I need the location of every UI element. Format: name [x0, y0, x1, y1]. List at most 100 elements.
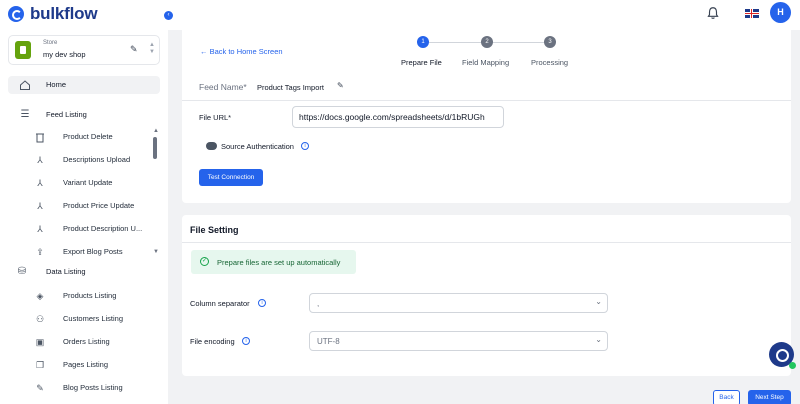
feed-details-card: ← Back to Home Screen 1 2 3 Prepare File…: [182, 30, 791, 203]
sidebar-item-product-delete[interactable]: Product Delete: [0, 128, 160, 146]
step-1-indicator: 1: [417, 36, 429, 48]
file-setting-card: File Setting ✓ Prepare files are set up …: [182, 215, 791, 376]
sidebar-item-customers-listing[interactable]: ⚇ Customers Listing: [0, 310, 160, 328]
person-icon: ⅄: [37, 201, 43, 211]
store-name: my dev shop: [43, 50, 86, 59]
check-circle-icon: ✓: [200, 257, 209, 266]
bulkflow-logo-icon: [8, 6, 24, 22]
test-connection-button[interactable]: Test Connection: [199, 169, 263, 186]
person-icon: ⅄: [37, 155, 43, 165]
file-url-input[interactable]: https://docs.google.com/spreadsheets/d/1…: [292, 106, 504, 128]
sidebar-item-feed-listing[interactable]: ☰ Feed Listing: [0, 106, 160, 124]
scrollbar-thumb[interactable]: [153, 137, 157, 159]
file-encoding-select[interactable]: UTF-8 ⌄: [309, 331, 608, 351]
sidebar-item-label: Pages Listing: [63, 360, 109, 369]
sidebar-item-label: Product Delete: [63, 132, 113, 141]
sidebar-item-variant-update[interactable]: ⅄ Variant Update: [0, 174, 160, 192]
step-1-label: Prepare File: [401, 58, 442, 67]
section-divider: [182, 242, 791, 243]
info-icon[interactable]: i: [242, 337, 250, 345]
chevron-down-icon: ⌄: [595, 335, 602, 344]
pages-icon: ❐: [35, 360, 45, 370]
list-icon: ☰: [20, 109, 30, 120]
database-icon: ⛁: [17, 266, 27, 277]
sidebar-item-label: Orders Listing: [63, 337, 110, 346]
scroll-down-arrow-icon[interactable]: ▼: [153, 249, 159, 255]
user-plus-icon: ⚇: [35, 314, 45, 324]
source-authentication-toggle[interactable]: [206, 142, 217, 150]
sidebar-item-label: Customers Listing: [63, 314, 124, 323]
sidebar-item-label: Blog Posts Listing: [63, 383, 123, 392]
file-url-label: File URL*: [199, 113, 232, 122]
edit-feed-name-pencil-icon[interactable]: ✎: [337, 81, 344, 90]
sidebar-item-label: Export Blog Posts: [63, 247, 123, 256]
feed-name-value: Product Tags Import: [257, 83, 324, 92]
sidebar-item-label: Product Description U...: [63, 224, 143, 233]
sidebar-item-blog-posts-listing[interactable]: ✎ Blog Posts Listing: [0, 379, 160, 397]
next-step-button[interactable]: Next Step: [748, 390, 791, 404]
uk-flag-icon[interactable]: [745, 9, 759, 18]
auto-setup-notice: ✓ Prepare files are set up automatically: [191, 250, 356, 274]
column-separator-value: ,: [317, 299, 320, 308]
app-logo[interactable]: bulkflow: [8, 4, 98, 24]
step-3-indicator: 3: [544, 36, 556, 48]
sidebar-item-products-listing[interactable]: ◈ Products Listing: [0, 287, 160, 305]
back-button[interactable]: Back: [713, 390, 740, 404]
step-3-label: Processing: [531, 58, 569, 67]
chevron-updown-icon[interactable]: ▲ ▼: [149, 42, 155, 56]
sidebar-item-pages-listing[interactable]: ❐ Pages Listing: [0, 356, 160, 374]
sidebar-home-label: Home: [46, 80, 67, 89]
sidebar-scrollbar[interactable]: ▲ ▼: [153, 128, 159, 258]
stepper-connector: [492, 42, 550, 43]
store-selector[interactable]: Store my dev shop ✎ ▲ ▼: [8, 35, 160, 65]
store-label: Store: [43, 40, 58, 46]
sidebar-item-data-listing[interactable]: ⛁ Data Listing: [0, 263, 160, 281]
sidebar-item-orders-listing[interactable]: ▣ Orders Listing: [0, 333, 160, 351]
column-separator-label: Column separator: [190, 299, 250, 308]
sidebar-item-label: Variant Update: [63, 178, 113, 187]
feed-name-label: Feed Name*: [199, 82, 247, 92]
back-link-label: Back to Home Screen: [209, 47, 283, 56]
sidebar-item-export-blog-posts[interactable]: ⇪ Export Blog Posts: [0, 243, 160, 261]
source-authentication-label: Source Authentication: [221, 142, 294, 151]
trash-icon: [36, 133, 44, 143]
sidebar-item-label: Product Price Update: [63, 201, 135, 210]
sidebar-collapse-button[interactable]: ‹: [164, 11, 173, 20]
feed-listing-label: Feed Listing: [46, 110, 87, 119]
top-bar: bulkflow ‹ H: [0, 0, 800, 30]
sidebar-item-label: Products Listing: [63, 291, 117, 300]
online-status-dot: [789, 362, 796, 369]
file-setting-title: File Setting: [190, 225, 239, 235]
sidebar: Store my dev shop ✎ ▲ ▼ Home ☰ Feed Listi…: [0, 30, 168, 404]
user-avatar[interactable]: H: [770, 2, 791, 23]
sidebar-item-product-price-update[interactable]: ⅄ Product Price Update: [0, 197, 160, 215]
edit-store-pencil-icon[interactable]: ✎: [130, 44, 138, 55]
data-listing-label: Data Listing: [46, 267, 86, 276]
app-name: bulkflow: [30, 4, 98, 23]
person-icon: ⅄: [37, 178, 43, 188]
notification-bell-icon[interactable]: [706, 6, 720, 20]
back-to-home-link[interactable]: ← Back to Home Screen: [200, 47, 283, 56]
person-icon: ⅄: [37, 224, 43, 234]
export-icon: ⇪: [36, 247, 44, 257]
chevron-down-icon: ⌄: [595, 297, 602, 306]
step-2-indicator: 2: [481, 36, 493, 48]
sidebar-item-label: Descriptions Upload: [63, 155, 131, 164]
tag-icon: ◈: [36, 291, 44, 301]
orders-icon: ▣: [35, 337, 45, 347]
file-encoding-label: File encoding: [190, 337, 235, 346]
notice-text: Prepare files are set up automatically: [217, 258, 341, 267]
file-encoding-value: UTF-8: [317, 337, 340, 346]
shopify-icon: [15, 41, 31, 59]
sidebar-item-descriptions-upload[interactable]: ⅄ Descriptions Upload: [0, 151, 160, 169]
home-icon: [20, 80, 30, 90]
column-separator-select[interactable]: , ⌄: [309, 293, 608, 313]
sidebar-item-home[interactable]: Home: [8, 76, 160, 94]
edit-document-icon: ✎: [36, 383, 44, 393]
info-icon[interactable]: i: [258, 299, 266, 307]
sidebar-item-product-description[interactable]: ⅄ Product Description U...: [0, 220, 160, 238]
scroll-up-arrow-icon[interactable]: ▲: [153, 128, 159, 134]
section-divider: [182, 100, 791, 101]
info-icon[interactable]: i: [301, 142, 309, 150]
step-2-label: Field Mapping: [462, 58, 510, 67]
